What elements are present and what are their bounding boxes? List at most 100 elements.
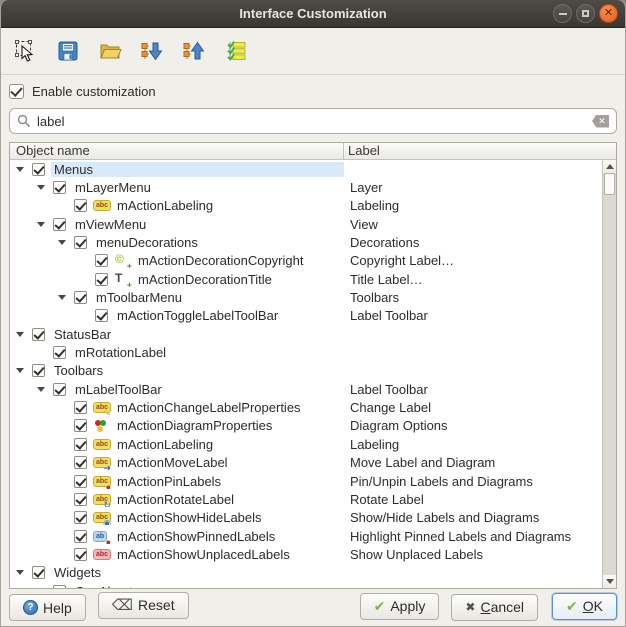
clear-text-icon[interactable]: ✕ bbox=[592, 115, 609, 128]
row-checkbox[interactable] bbox=[74, 199, 87, 212]
tree-row[interactable]: abc◉mActionShowHideLabelsShow/Hide Label… bbox=[10, 509, 616, 527]
catch-widgets-button[interactable] bbox=[11, 35, 41, 67]
vertical-scrollbar[interactable] bbox=[602, 160, 616, 588]
tree-row[interactable]: abc●mActionPinLabelsPin/Unpin Labels and… bbox=[10, 472, 616, 490]
expander-icon[interactable] bbox=[16, 167, 32, 172]
tree-row[interactable]: Widgets bbox=[10, 564, 616, 582]
object-name[interactable]: mActionLabeling bbox=[114, 437, 216, 452]
save-customization-button[interactable] bbox=[53, 35, 83, 67]
tree-row[interactable]: T+mActionDecorationTitleTitle Label… bbox=[10, 270, 616, 288]
object-name[interactable]: mActionPinLabels bbox=[114, 474, 224, 489]
row-checkbox[interactable] bbox=[32, 566, 45, 579]
column-header-label[interactable]: Label bbox=[344, 143, 616, 159]
object-name[interactable]: Widgets bbox=[51, 565, 104, 580]
object-name[interactable]: mActionShowHideLabels bbox=[114, 510, 265, 525]
object-name[interactable]: mActionDecorationTitle bbox=[135, 272, 275, 287]
tree-row[interactable]: abcmActionLabelingLabeling bbox=[10, 197, 616, 215]
scroll-down-icon[interactable] bbox=[603, 575, 616, 588]
ok-button[interactable]: ✔OK bbox=[552, 593, 617, 620]
row-checkbox[interactable] bbox=[74, 511, 87, 524]
enable-customization-checkbox[interactable] bbox=[9, 84, 24, 99]
expander-icon[interactable] bbox=[16, 570, 32, 575]
object-name[interactable]: mLabelToolBar bbox=[72, 382, 165, 397]
titlebar[interactable]: Interface Customization ✕ bbox=[1, 0, 625, 28]
close-icon[interactable]: ✕ bbox=[599, 4, 618, 23]
object-name[interactable]: QgsAbout bbox=[72, 584, 136, 588]
tree-row[interactable]: abc✎mActionChangeLabelPropertiesChange L… bbox=[10, 398, 616, 416]
row-checkbox[interactable] bbox=[53, 181, 66, 194]
object-name[interactable]: mRotationLabel bbox=[72, 345, 169, 360]
expander-icon[interactable] bbox=[16, 332, 32, 337]
object-name[interactable]: mToolbarMenu bbox=[93, 290, 185, 305]
cancel-button[interactable]: ✖Cancel bbox=[451, 594, 538, 621]
minimize-icon[interactable] bbox=[553, 4, 572, 23]
tree-row[interactable]: mLayerMenuLayer bbox=[10, 178, 616, 196]
row-checkbox[interactable] bbox=[74, 401, 87, 414]
row-checkbox[interactable] bbox=[74, 548, 87, 561]
object-name[interactable]: Menus bbox=[51, 162, 344, 177]
reset-button[interactable]: ⌫Reset bbox=[98, 592, 189, 619]
object-name[interactable]: StatusBar bbox=[51, 327, 114, 342]
load-customization-button[interactable] bbox=[95, 35, 125, 67]
tree-row[interactable]: abcmActionShowUnplacedLabelsShow Unplace… bbox=[10, 545, 616, 563]
object-name[interactable]: mActionToggleLabelToolBar bbox=[114, 308, 281, 323]
search-input[interactable] bbox=[37, 114, 586, 129]
expander-icon[interactable] bbox=[16, 368, 32, 373]
tree-row[interactable]: Menus bbox=[10, 160, 616, 178]
object-name[interactable]: mActionLabeling bbox=[114, 198, 216, 213]
object-name[interactable]: menuDecorations bbox=[93, 235, 201, 250]
maximize-icon[interactable] bbox=[576, 4, 595, 23]
object-name[interactable]: mActionDiagramProperties bbox=[114, 418, 275, 433]
tree-row[interactable]: abcmActionLabelingLabeling bbox=[10, 435, 616, 453]
row-checkbox[interactable] bbox=[95, 273, 108, 286]
tree-row[interactable]: Toolbars bbox=[10, 362, 616, 380]
tree-row[interactable]: mActionDiagramPropertiesDiagram Options bbox=[10, 417, 616, 435]
row-checkbox[interactable] bbox=[53, 383, 66, 396]
object-name[interactable]: Toolbars bbox=[51, 363, 106, 378]
tree-row[interactable]: mRotationLabel bbox=[10, 343, 616, 361]
object-name[interactable]: mActionShowPinnedLabels bbox=[114, 529, 278, 544]
expander-icon[interactable] bbox=[37, 185, 53, 190]
expander-icon[interactable] bbox=[58, 295, 74, 300]
collapse-all-button[interactable] bbox=[179, 35, 209, 67]
object-name[interactable]: mActionRotateLabel bbox=[114, 492, 237, 507]
scroll-up-icon[interactable] bbox=[603, 160, 616, 173]
scrollbar-thumb[interactable] bbox=[604, 173, 615, 195]
expander-icon[interactable] bbox=[37, 222, 53, 227]
row-checkbox[interactable] bbox=[74, 236, 87, 249]
row-checkbox[interactable] bbox=[32, 163, 45, 176]
row-checkbox[interactable] bbox=[95, 254, 108, 267]
object-name[interactable]: mActionChangeLabelProperties bbox=[114, 400, 304, 415]
tree-row[interactable]: mViewMenuView bbox=[10, 215, 616, 233]
row-checkbox[interactable] bbox=[32, 364, 45, 377]
tree-row[interactable]: ab●mActionShowPinnedLabelsHighlight Pinn… bbox=[10, 527, 616, 545]
row-checkbox[interactable] bbox=[74, 530, 87, 543]
tree-row[interactable]: StatusBar bbox=[10, 325, 616, 343]
object-name[interactable]: mViewMenu bbox=[72, 217, 149, 232]
row-checkbox[interactable] bbox=[32, 328, 45, 341]
row-checkbox[interactable] bbox=[53, 218, 66, 231]
row-checkbox[interactable] bbox=[53, 346, 66, 359]
row-checkbox[interactable] bbox=[74, 438, 87, 451]
row-checkbox[interactable] bbox=[74, 475, 87, 488]
tree-row[interactable]: mLabelToolBarLabel Toolbar bbox=[10, 380, 616, 398]
tree-row[interactable]: menuDecorationsDecorations bbox=[10, 233, 616, 251]
tree-row[interactable]: mToolbarMenuToolbars bbox=[10, 288, 616, 306]
help-button[interactable]: ?Help bbox=[9, 594, 86, 621]
expander-icon[interactable] bbox=[58, 240, 74, 245]
column-header-object-name[interactable]: Object name bbox=[10, 143, 344, 159]
object-name[interactable]: mLayerMenu bbox=[72, 180, 154, 195]
tree-row[interactable]: ©+mActionDecorationCopyrightCopyright La… bbox=[10, 252, 616, 270]
object-name[interactable]: mActionDecorationCopyright bbox=[135, 253, 306, 268]
row-checkbox[interactable] bbox=[74, 493, 87, 506]
object-name[interactable]: mActionMoveLabel bbox=[114, 455, 231, 470]
row-checkbox[interactable] bbox=[74, 456, 87, 469]
expand-all-button[interactable] bbox=[137, 35, 167, 67]
select-all-button[interactable] bbox=[221, 35, 251, 67]
tree-row[interactable]: mActionToggleLabelToolBarLabel Toolbar bbox=[10, 307, 616, 325]
row-checkbox[interactable] bbox=[53, 585, 66, 588]
tree-row[interactable]: abc↻mActionRotateLabelRotate Label bbox=[10, 490, 616, 508]
apply-button[interactable]: ✔Apply bbox=[360, 593, 440, 620]
tree-row[interactable]: QgsAbout bbox=[10, 582, 616, 588]
object-name[interactable]: mActionShowUnplacedLabels bbox=[114, 547, 293, 562]
